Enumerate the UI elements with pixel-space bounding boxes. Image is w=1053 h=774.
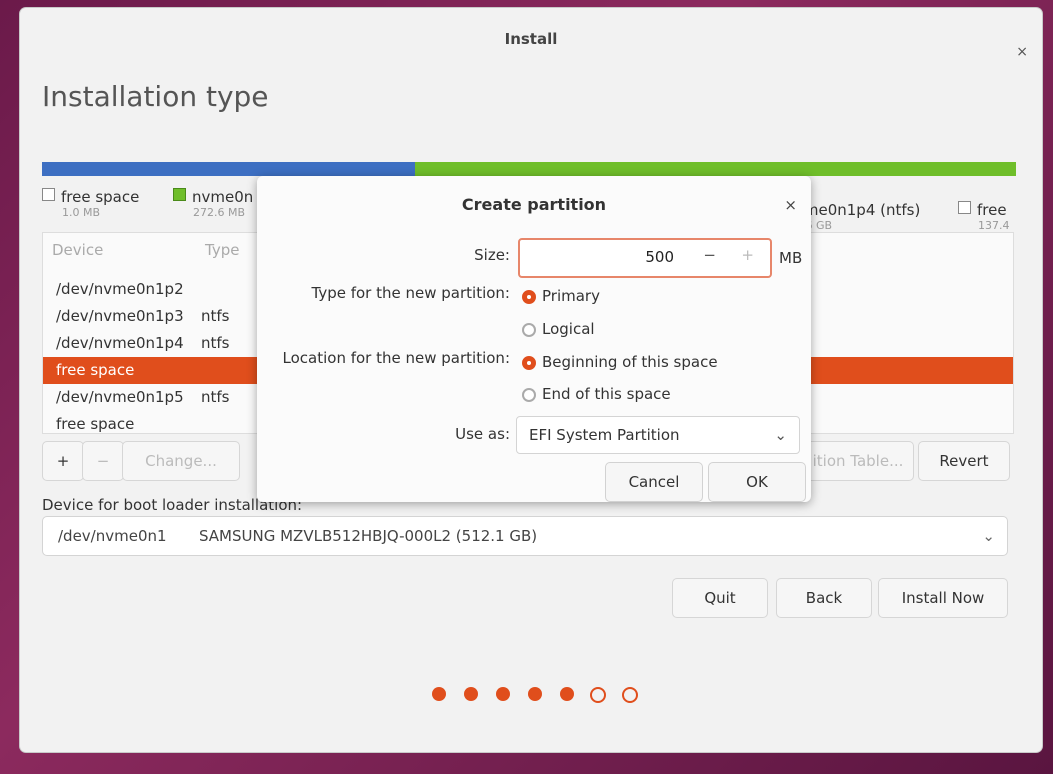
size-label: Size: xyxy=(474,246,510,264)
page-title: Installation type xyxy=(42,80,269,113)
boot-loader-description: SAMSUNG MZVLB512HBJQ-000L2 (512.1 GB) xyxy=(199,527,538,545)
size-value: 500 xyxy=(645,248,674,266)
increment-button[interactable]: + xyxy=(741,246,754,264)
radio-indicator xyxy=(522,356,536,370)
partition-bar-segment-blue xyxy=(42,162,415,176)
row-device: /dev/nvme0n1p2 xyxy=(56,280,184,298)
column-header-type[interactable]: Type xyxy=(205,241,239,259)
cancel-button[interactable]: Cancel xyxy=(605,462,703,502)
row-device: /dev/nvme0n1p3 xyxy=(56,307,184,325)
radio-label: Logical xyxy=(542,320,595,338)
progress-dot-pending xyxy=(590,687,606,703)
partition-bar-segment-green xyxy=(415,162,1016,176)
row-device: free space xyxy=(56,415,135,433)
change-partition-button[interactable]: Change... xyxy=(122,441,240,481)
close-icon[interactable]: × xyxy=(1016,44,1028,60)
dialog-title: Create partition xyxy=(461,195,607,214)
remove-partition-button[interactable]: − xyxy=(82,441,124,481)
row-device: free space xyxy=(56,361,135,379)
title-bar: Install × xyxy=(20,8,1042,60)
radio-primary[interactable]: Primary xyxy=(522,287,600,305)
progress-dot-complete xyxy=(432,687,446,701)
legend-swatch xyxy=(173,188,186,201)
legend-size: 1.0 MB xyxy=(62,206,101,219)
boot-loader-select[interactable]: /dev/nvme0n1 SAMSUNG MZVLB512HBJQ-000L2 … xyxy=(42,516,1008,556)
back-button[interactable]: Back xyxy=(776,578,872,618)
radio-label: Beginning of this space xyxy=(542,353,718,371)
legend-name: vme0n1p4 (ntfs) xyxy=(795,201,921,219)
radio-label: Primary xyxy=(542,287,600,305)
legend-item-nvme0n: nvme0n 272.6 MB xyxy=(173,188,253,219)
legend-swatch xyxy=(42,188,55,201)
legend-name: nvme0n xyxy=(192,188,254,206)
boot-loader-device: /dev/nvme0n1 xyxy=(58,527,167,545)
use-as-value: EFI System Partition xyxy=(529,426,680,444)
radio-indicator xyxy=(522,323,536,337)
legend-name: free space xyxy=(61,188,140,206)
radio-logical[interactable]: Logical xyxy=(522,320,595,338)
row-device: /dev/nvme0n1p5 xyxy=(56,388,184,406)
size-unit: MB xyxy=(779,249,803,267)
legend-size: 137.4 xyxy=(978,219,1010,232)
chevron-down-icon: ⌄ xyxy=(774,426,787,444)
legend-item-free-space: free space 1.0 MB xyxy=(42,188,139,219)
legend-name: free xyxy=(977,201,1007,219)
progress-dot-complete xyxy=(528,687,542,701)
radio-end[interactable]: End of this space xyxy=(522,385,671,403)
install-now-button[interactable]: Install Now xyxy=(878,578,1008,618)
legend-size: 272.6 MB xyxy=(193,206,246,219)
use-as-label: Use as: xyxy=(455,425,510,443)
type-label: Type for the new partition: xyxy=(311,284,511,302)
radio-label: End of this space xyxy=(542,385,671,403)
legend-swatch xyxy=(958,201,971,214)
progress-dot-pending xyxy=(622,687,638,703)
progress-dot-complete xyxy=(464,687,478,701)
new-partition-table-button[interactable]: ition Table... xyxy=(802,441,914,481)
location-label: Location for the new partition: xyxy=(282,349,510,367)
row-device: /dev/nvme0n1p4 xyxy=(56,334,184,352)
progress-dot-complete xyxy=(496,687,510,701)
radio-indicator xyxy=(522,388,536,402)
chevron-down-icon: ⌄ xyxy=(982,527,995,545)
quit-button[interactable]: Quit xyxy=(672,578,768,618)
row-type: ntfs xyxy=(201,334,230,352)
column-header-device[interactable]: Device xyxy=(52,241,103,259)
create-partition-dialog: Create partition × Size: 500 − + MB Type… xyxy=(257,176,811,502)
legend-size: 3.6 GB xyxy=(795,219,833,232)
use-as-select[interactable]: EFI System Partition ⌄ xyxy=(516,416,800,454)
close-icon[interactable]: × xyxy=(784,196,797,214)
row-type: ntfs xyxy=(201,307,230,325)
progress-dot-complete xyxy=(560,687,574,701)
ok-button[interactable]: OK xyxy=(708,462,806,502)
legend-item-nvme0n1p4: vme0n1p4 (ntfs) 3.6 GB xyxy=(795,201,920,232)
add-partition-button[interactable]: + xyxy=(42,441,84,481)
radio-beginning[interactable]: Beginning of this space xyxy=(522,353,718,371)
decrement-button[interactable]: − xyxy=(703,246,716,264)
legend-item-free: free 137.4 xyxy=(958,201,1010,232)
radio-indicator xyxy=(522,290,536,304)
window-title: Install xyxy=(504,30,558,48)
revert-button[interactable]: Revert xyxy=(918,441,1010,481)
row-type: ntfs xyxy=(201,388,230,406)
size-input[interactable]: 500 − + xyxy=(518,238,772,278)
